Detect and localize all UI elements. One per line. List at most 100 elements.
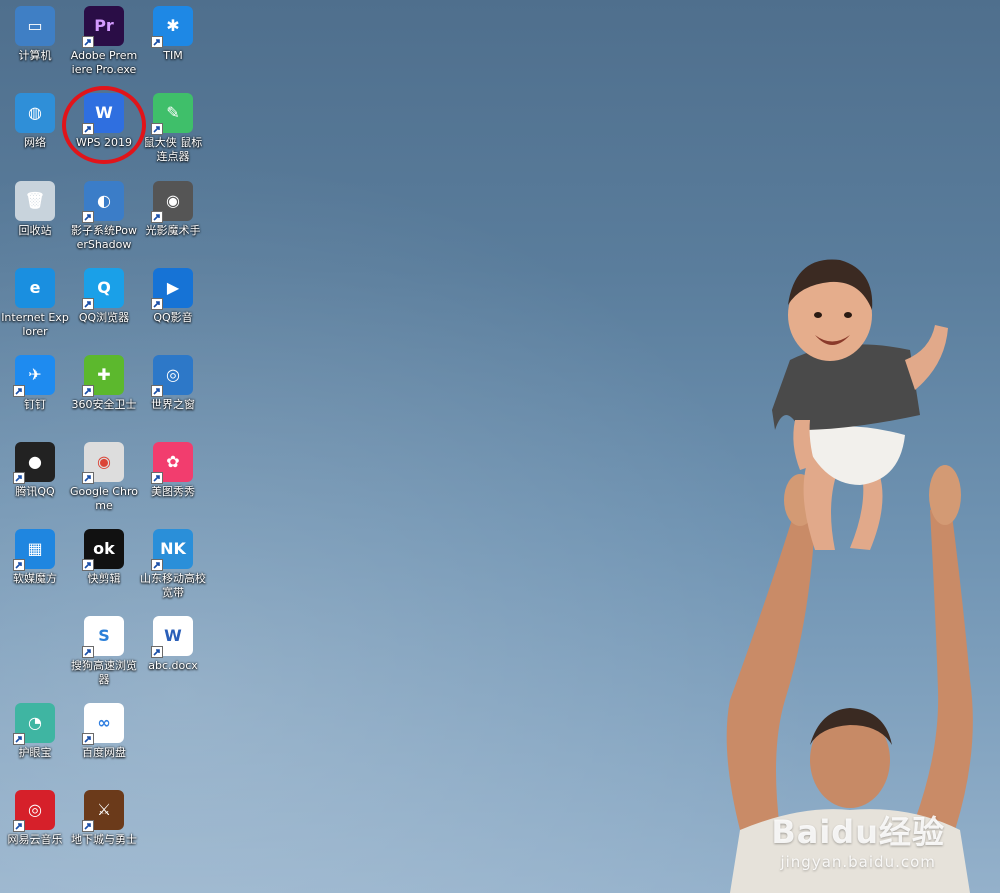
eye-protection-icon: ◔ (13, 703, 55, 745)
netease-music-icon: ◎ (13, 790, 55, 832)
desktop-icon-baidu-netdisk[interactable]: ∞ 百度网盘 (69, 697, 139, 760)
shortcut-arrow-icon (82, 733, 94, 745)
broadband-icon: NK (151, 529, 193, 571)
desktop-icon-label: 山东移动高校宽带 (140, 572, 206, 599)
desktop-icon-label: Google Chrome (70, 485, 138, 512)
ruanmei-cube-icon: ▦ (13, 529, 55, 571)
desktop-icon-360-security[interactable]: ✚ 360安全卫士 (69, 349, 139, 412)
word-document-icon: W (151, 616, 193, 658)
shortcut-arrow-icon (151, 646, 163, 658)
shortcut-arrow-icon (13, 559, 25, 571)
sogou-browser-icon: S (82, 616, 124, 658)
desktop-icon-eye-protection[interactable]: ◔ 护眼宝 (0, 697, 70, 760)
desktop-icon-dingtalk[interactable]: ✈ 钉钉 (0, 349, 70, 412)
shortcut-arrow-icon (82, 36, 94, 48)
desktop-icon-label: 计算机 (18, 49, 52, 62)
desktop-icon-broadband[interactable]: NK 山东移动高校宽带 (138, 523, 208, 600)
recycle-bin-icon: 🗑 (15, 181, 55, 221)
desktop-icon-label: 百度网盘 (82, 746, 126, 759)
desktop-icon-label: WPS 2019 (76, 136, 132, 149)
desktop-icon-label: 钉钉 (24, 398, 46, 411)
watermark-url: jingyan.baidu.com (780, 853, 936, 871)
desktop-icon-premiere-pro[interactable]: Pr Adobe Premiere Pro.exe (69, 0, 139, 77)
shortcut-arrow-icon (13, 385, 25, 397)
shortcut-arrow-icon (151, 385, 163, 397)
wps-icon: W (82, 93, 124, 135)
desktop-icon-netease-music[interactable]: ◎ 网易云音乐 (0, 784, 70, 847)
desktop-icon-label: 软媒魔方 (13, 572, 57, 585)
desktop-icon-qq-browser[interactable]: Q QQ浏览器 (69, 262, 139, 325)
desktop-icon-label: 光影魔术手 (145, 224, 201, 237)
desktop-icon-label: QQ浏览器 (78, 311, 130, 324)
desktop-icon-google-chrome[interactable]: ◉ Google Chrome (69, 436, 139, 513)
meitu-icon: ✿ (151, 442, 193, 484)
shortcut-arrow-icon (151, 472, 163, 484)
desktop-icon-label: 地下城与勇士 (71, 833, 137, 846)
desktop-icon-ruanmei-cube[interactable]: ▦ 软媒魔方 (0, 523, 70, 586)
desktop-icon-label: 搜狗高速浏览器 (71, 659, 137, 686)
desktop-icon-recycle-bin[interactable]: 🗑 回收站 (0, 175, 70, 238)
desktop-icon-network[interactable]: ◍ 网络 (0, 87, 70, 150)
shortcut-arrow-icon (151, 123, 163, 135)
desktop-icon-label: 鼠大侠 鼠标连点器 (143, 136, 203, 163)
theworld-browser-icon: ◎ (151, 355, 193, 397)
desktop-icon-label: TIM (163, 49, 183, 62)
desktop-icon-dnf-game[interactable]: ⚔ 地下城与勇士 (69, 784, 139, 847)
shortcut-arrow-icon (82, 123, 94, 135)
desktop-icon-label: 世界之窗 (151, 398, 195, 411)
desktop-icon-label: 360安全卫士 (71, 398, 137, 411)
desktop-icon-tim[interactable]: ✱ TIM (138, 0, 208, 63)
desktop-icon-tencent-qq[interactable]: ● 腾讯QQ (0, 436, 70, 499)
desktop-icon-label: 回收站 (18, 224, 52, 237)
internet-explorer-icon: e (15, 268, 55, 308)
desktop-icon-label: Adobe Premiere Pro.exe (70, 49, 138, 76)
qq-player-icon: ▶ (151, 268, 193, 310)
shortcut-arrow-icon (82, 646, 94, 658)
shortcut-arrow-icon (82, 211, 94, 223)
baidu-watermark: Baidu经验 jingyan.baidu.com (771, 807, 945, 871)
desktop-icon-label: 影子系统PowerShadow (71, 224, 137, 251)
360-security-icon: ✚ (82, 355, 124, 397)
desktop-icon-label: 腾讯QQ (15, 485, 55, 498)
network-icon: ◍ (15, 93, 55, 133)
dnf-game-icon: ⚔ (82, 790, 124, 832)
shortcut-arrow-icon (151, 298, 163, 310)
watermark-logo: Baidu经验 (771, 813, 945, 851)
mouse-clicker-icon: ✎ (151, 93, 193, 135)
desktop-icon-label: 快剪辑 (87, 572, 121, 585)
computer-icon: ▭ (15, 6, 55, 46)
dingtalk-icon: ✈ (13, 355, 55, 397)
desktop-icon-internet-explorer[interactable]: e Internet Explorer (0, 262, 70, 339)
desktop-icon-word-document[interactable]: Wabc.docx (138, 610, 208, 673)
shortcut-arrow-icon (82, 820, 94, 832)
desktop-icon-kuaijianji[interactable]: ok 快剪辑 (69, 523, 139, 586)
powershadow-icon: ◐ (82, 181, 124, 223)
desktop-icon-label: 网络 (24, 136, 46, 149)
photo-magic-icon: ◉ (151, 181, 193, 223)
shortcut-arrow-icon (13, 733, 25, 745)
desktop-icon-computer[interactable]: ▭ 计算机 (0, 0, 70, 63)
shortcut-arrow-icon (82, 559, 94, 571)
desktop-icon-meitu[interactable]: ✿ 美图秀秀 (138, 436, 208, 499)
shortcut-arrow-icon (151, 559, 163, 571)
desktop-icon-mouse-clicker[interactable]: ✎ 鼠大侠 鼠标连点器 (138, 87, 208, 164)
desktop-icon-powershadow[interactable]: ◐ 影子系统PowerShadow (69, 175, 139, 252)
desktop-icon-qq-player[interactable]: ▶ QQ影音 (138, 262, 208, 325)
desktop-icon-sogou-browser[interactable]: S 搜狗高速浏览器 (69, 610, 139, 687)
google-chrome-icon: ◉ (82, 442, 124, 484)
desktop-icon-wps[interactable]: W WPS 2019 (69, 87, 139, 150)
shortcut-arrow-icon (82, 472, 94, 484)
desktop-icon-label: Internet Explorer (1, 311, 69, 338)
kuaijianji-icon: ok (82, 529, 124, 571)
shortcut-arrow-icon (13, 820, 25, 832)
baidu-netdisk-icon: ∞ (82, 703, 124, 745)
desktop-icon-label: QQ影音 (153, 311, 193, 324)
wallpaper-photo (726, 259, 973, 893)
desktop-icon-label: abc.docx (148, 659, 198, 672)
desktop-icon-theworld-browser[interactable]: ◎ 世界之窗 (138, 349, 208, 412)
shortcut-arrow-icon (13, 472, 25, 484)
desktop-icon-label: 网易云音乐 (7, 833, 63, 846)
desktop-icon-photo-magic[interactable]: ◉ 光影魔术手 (138, 175, 208, 238)
desktop-icon-label: 美图秀秀 (151, 485, 195, 498)
shortcut-arrow-icon (82, 298, 94, 310)
